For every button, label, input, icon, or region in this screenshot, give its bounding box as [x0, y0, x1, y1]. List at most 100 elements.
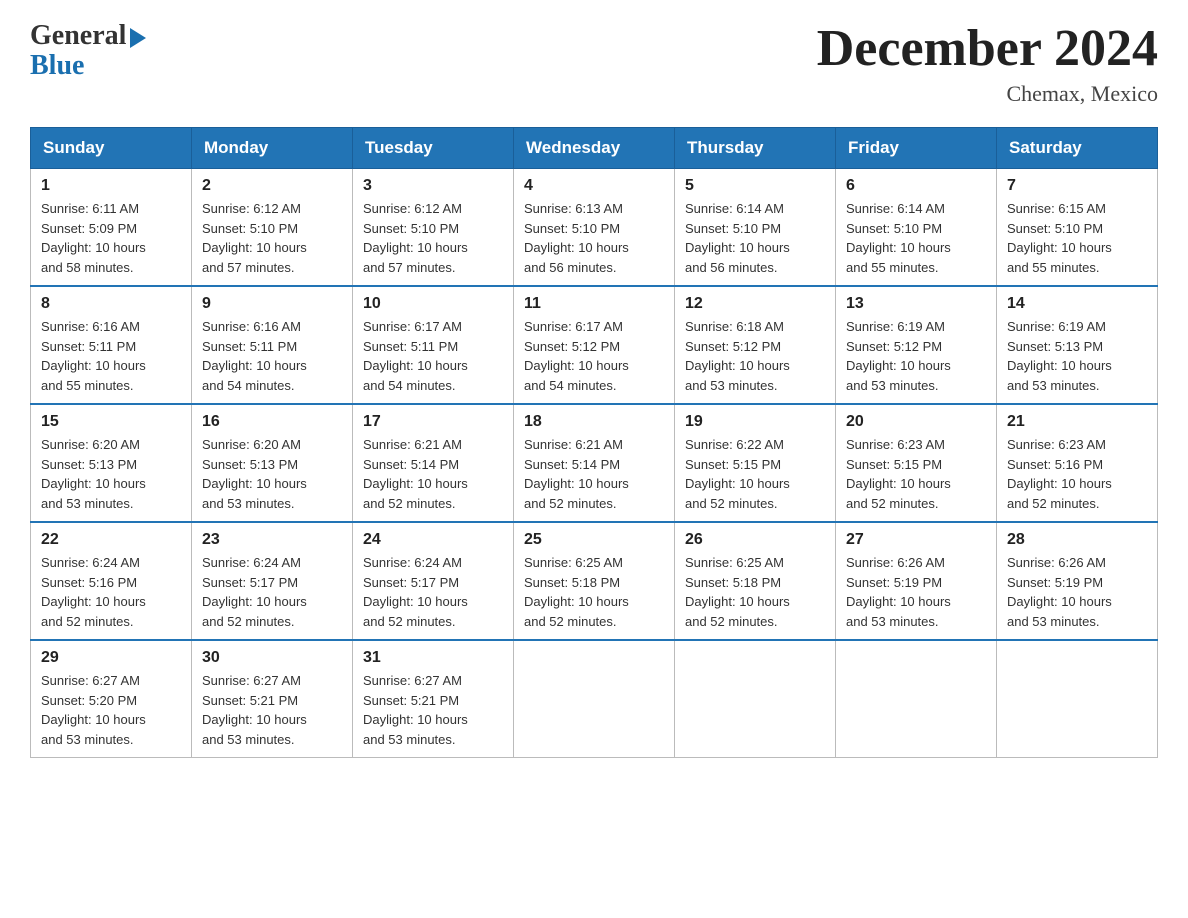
- day-info: Sunrise: 6:20 AMSunset: 5:13 PMDaylight:…: [202, 435, 342, 513]
- day-number: 6: [846, 177, 986, 195]
- calendar-cell: 6 Sunrise: 6:14 AMSunset: 5:10 PMDaylight…: [836, 169, 997, 287]
- day-number: 20: [846, 413, 986, 431]
- day-number: 7: [1007, 177, 1147, 195]
- day-number: 2: [202, 177, 342, 195]
- header-thursday: Thursday: [675, 128, 836, 169]
- calendar-cell: 14 Sunrise: 6:19 AMSunset: 5:13 PMDayligh…: [997, 286, 1158, 404]
- day-info: Sunrise: 6:20 AMSunset: 5:13 PMDaylight:…: [41, 435, 181, 513]
- day-info: Sunrise: 6:21 AMSunset: 5:14 PMDaylight:…: [363, 435, 503, 513]
- day-info: Sunrise: 6:15 AMSunset: 5:10 PMDaylight:…: [1007, 199, 1147, 277]
- calendar-cell: [997, 640, 1158, 758]
- calendar-cell: 8 Sunrise: 6:16 AMSunset: 5:11 PMDaylight…: [31, 286, 192, 404]
- header-wednesday: Wednesday: [514, 128, 675, 169]
- day-number: 25: [524, 531, 664, 549]
- calendar-cell: 5Sunrise: 6:14 AMSunset: 5:10 PMDaylight…: [675, 169, 836, 287]
- calendar-cell: 4Sunrise: 6:13 AMSunset: 5:10 PMDaylight…: [514, 169, 675, 287]
- day-info: Sunrise: 6:16 AMSunset: 5:11 PMDaylight:…: [41, 317, 181, 395]
- day-info: Sunrise: 6:14 AMSunset: 5:10 PMDaylight:…: [846, 199, 986, 277]
- day-info: Sunrise: 6:13 AMSunset: 5:10 PMDaylight:…: [524, 199, 664, 277]
- calendar-cell: 15 Sunrise: 6:20 AMSunset: 5:13 PMDayligh…: [31, 404, 192, 522]
- day-number: 18: [524, 413, 664, 431]
- calendar-cell: 23 Sunrise: 6:24 AMSunset: 5:17 PMDayligh…: [192, 522, 353, 640]
- day-info: Sunrise: 6:22 AMSunset: 5:15 PMDaylight:…: [685, 435, 825, 513]
- header-sunday: Sunday: [31, 128, 192, 169]
- calendar-cell: 2 Sunrise: 6:12 AMSunset: 5:10 PMDaylight…: [192, 169, 353, 287]
- day-info: Sunrise: 6:14 AMSunset: 5:10 PMDaylight:…: [685, 199, 825, 277]
- day-info: Sunrise: 6:26 AMSunset: 5:19 PMDaylight:…: [846, 553, 986, 631]
- logo-arrow-icon: [130, 28, 146, 48]
- calendar-cell: 18 Sunrise: 6:21 AMSunset: 5:14 PMDayligh…: [514, 404, 675, 522]
- calendar-week-row: 8 Sunrise: 6:16 AMSunset: 5:11 PMDaylight…: [31, 286, 1158, 404]
- day-number: 12: [685, 295, 825, 313]
- day-info: Sunrise: 6:23 AMSunset: 5:16 PMDaylight:…: [1007, 435, 1147, 513]
- day-number: 24: [363, 531, 503, 549]
- calendar-cell: 28 Sunrise: 6:26 AMSunset: 5:19 PMDayligh…: [997, 522, 1158, 640]
- day-number: 14: [1007, 295, 1147, 313]
- day-info: Sunrise: 6:12 AMSunset: 5:10 PMDaylight:…: [202, 199, 342, 277]
- day-number: 26: [685, 531, 825, 549]
- day-info: Sunrise: 6:27 AMSunset: 5:21 PMDaylight:…: [202, 671, 342, 749]
- header-monday: Monday: [192, 128, 353, 169]
- logo-blue-text: Blue: [30, 50, 84, 82]
- calendar-cell: 10Sunrise: 6:17 AMSunset: 5:11 PMDayligh…: [353, 286, 514, 404]
- calendar-cell: [836, 640, 997, 758]
- day-info: Sunrise: 6:24 AMSunset: 5:16 PMDaylight:…: [41, 553, 181, 631]
- day-info: Sunrise: 6:17 AMSunset: 5:12 PMDaylight:…: [524, 317, 664, 395]
- calendar-cell: 29Sunrise: 6:27 AMSunset: 5:20 PMDayligh…: [31, 640, 192, 758]
- logo: General Blue: [30, 20, 146, 82]
- day-info: Sunrise: 6:18 AMSunset: 5:12 PMDaylight:…: [685, 317, 825, 395]
- calendar-header-row: SundayMondayTuesdayWednesdayThursdayFrid…: [31, 128, 1158, 169]
- calendar-cell: 9 Sunrise: 6:16 AMSunset: 5:11 PMDaylight…: [192, 286, 353, 404]
- calendar-cell: 1Sunrise: 6:11 AMSunset: 5:09 PMDaylight…: [31, 169, 192, 287]
- day-info: Sunrise: 6:26 AMSunset: 5:19 PMDaylight:…: [1007, 553, 1147, 631]
- day-number: 29: [41, 649, 181, 667]
- header-friday: Friday: [836, 128, 997, 169]
- calendar-week-row: 22 Sunrise: 6:24 AMSunset: 5:16 PMDayligh…: [31, 522, 1158, 640]
- calendar-cell: 12 Sunrise: 6:18 AMSunset: 5:12 PMDayligh…: [675, 286, 836, 404]
- day-number: 1: [41, 177, 181, 195]
- day-number: 16: [202, 413, 342, 431]
- day-info: Sunrise: 6:25 AMSunset: 5:18 PMDaylight:…: [685, 553, 825, 631]
- day-info: Sunrise: 6:17 AMSunset: 5:11 PMDaylight:…: [363, 317, 503, 395]
- day-number: 30: [202, 649, 342, 667]
- calendar-table: SundayMondayTuesdayWednesdayThursdayFrid…: [30, 127, 1158, 758]
- calendar-cell: 26 Sunrise: 6:25 AMSunset: 5:18 PMDayligh…: [675, 522, 836, 640]
- day-number: 13: [846, 295, 986, 313]
- month-title: December 2024: [817, 20, 1158, 77]
- calendar-cell: 31 Sunrise: 6:27 AMSunset: 5:21 PMDayligh…: [353, 640, 514, 758]
- calendar-cell: 13Sunrise: 6:19 AMSunset: 5:12 PMDayligh…: [836, 286, 997, 404]
- calendar-cell: 30 Sunrise: 6:27 AMSunset: 5:21 PMDayligh…: [192, 640, 353, 758]
- day-number: 17: [363, 413, 503, 431]
- calendar-week-row: 29Sunrise: 6:27 AMSunset: 5:20 PMDayligh…: [31, 640, 1158, 758]
- calendar-cell: 3 Sunrise: 6:12 AMSunset: 5:10 PMDaylight…: [353, 169, 514, 287]
- calendar-cell: 22 Sunrise: 6:24 AMSunset: 5:16 PMDayligh…: [31, 522, 192, 640]
- day-number: 28: [1007, 531, 1147, 549]
- day-info: Sunrise: 6:16 AMSunset: 5:11 PMDaylight:…: [202, 317, 342, 395]
- day-number: 8: [41, 295, 181, 313]
- day-number: 22: [41, 531, 181, 549]
- title-area: December 2024 Chemax, Mexico: [817, 20, 1158, 107]
- day-number: 23: [202, 531, 342, 549]
- day-number: 15: [41, 413, 181, 431]
- day-info: Sunrise: 6:19 AMSunset: 5:13 PMDaylight:…: [1007, 317, 1147, 395]
- day-info: Sunrise: 6:12 AMSunset: 5:10 PMDaylight:…: [363, 199, 503, 277]
- calendar-week-row: 1Sunrise: 6:11 AMSunset: 5:09 PMDaylight…: [31, 169, 1158, 287]
- day-info: Sunrise: 6:21 AMSunset: 5:14 PMDaylight:…: [524, 435, 664, 513]
- day-number: 21: [1007, 413, 1147, 431]
- day-number: 31: [363, 649, 503, 667]
- calendar-cell: [514, 640, 675, 758]
- calendar-cell: 17 Sunrise: 6:21 AMSunset: 5:14 PMDayligh…: [353, 404, 514, 522]
- calendar-cell: 21 Sunrise: 6:23 AMSunset: 5:16 PMDayligh…: [997, 404, 1158, 522]
- day-info: Sunrise: 6:24 AMSunset: 5:17 PMDaylight:…: [363, 553, 503, 631]
- day-info: Sunrise: 6:25 AMSunset: 5:18 PMDaylight:…: [524, 553, 664, 631]
- day-number: 19: [685, 413, 825, 431]
- logo-general-text: General: [30, 20, 126, 52]
- calendar-cell: 24 Sunrise: 6:24 AMSunset: 5:17 PMDayligh…: [353, 522, 514, 640]
- page-header: General Blue December 2024 Chemax, Mexic…: [30, 20, 1158, 107]
- calendar-cell: 7 Sunrise: 6:15 AMSunset: 5:10 PMDaylight…: [997, 169, 1158, 287]
- day-number: 3: [363, 177, 503, 195]
- day-info: Sunrise: 6:24 AMSunset: 5:17 PMDaylight:…: [202, 553, 342, 631]
- header-saturday: Saturday: [997, 128, 1158, 169]
- day-info: Sunrise: 6:27 AMSunset: 5:21 PMDaylight:…: [363, 671, 503, 749]
- day-number: 9: [202, 295, 342, 313]
